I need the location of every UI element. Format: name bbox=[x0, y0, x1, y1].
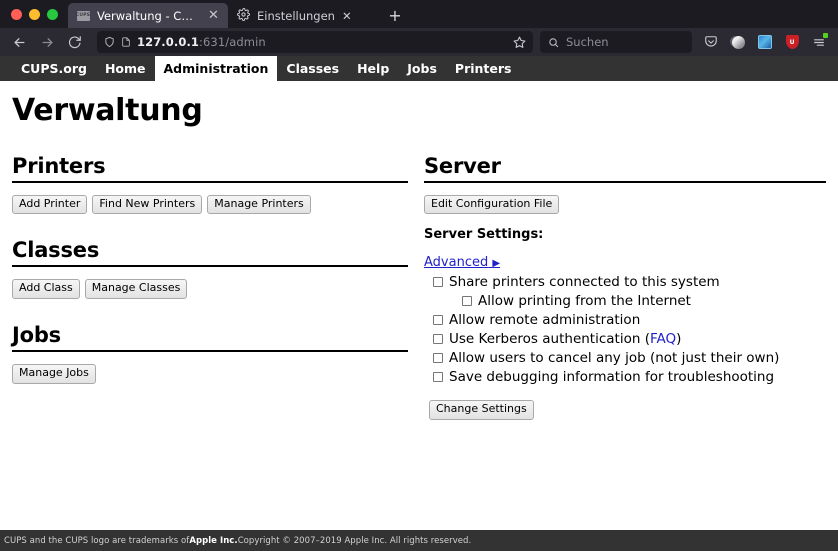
toolbar-icons: U bbox=[694, 30, 832, 54]
jobs-heading: Jobs bbox=[12, 323, 408, 353]
change-settings-row: Change Settings bbox=[424, 397, 826, 420]
tab-cups-admin[interactable]: CUPS Verwaltung - CUPS 2.3.0 ✕ bbox=[68, 3, 228, 28]
tab-title: Verwaltung - CUPS 2.3.0 bbox=[97, 8, 198, 23]
bookmark-star-icon[interactable] bbox=[513, 36, 529, 49]
advanced-label: Advanced bbox=[424, 255, 489, 271]
url-host: 127.0.0.1 bbox=[137, 35, 200, 49]
forward-button[interactable] bbox=[34, 30, 60, 54]
find-new-printers-button[interactable]: Find New Printers bbox=[92, 194, 203, 215]
allow-cancel-any-job-checkbox[interactable] bbox=[433, 353, 443, 364]
cups-logo-icon: CUPS bbox=[76, 9, 90, 23]
close-window-button[interactable] bbox=[11, 8, 22, 20]
tab-bar: CUPS Verwaltung - CUPS 2.3.0 ✕ Einstellu… bbox=[0, 0, 838, 28]
hamburger-menu-icon[interactable] bbox=[806, 30, 832, 54]
url-bar[interactable]: 127.0.0.1:631/admin bbox=[97, 31, 533, 53]
add-printer-button[interactable]: Add Printer bbox=[12, 194, 88, 215]
minimize-window-button[interactable] bbox=[29, 8, 40, 20]
checkbox-row-allow-internet-printing[interactable]: Allow printing from the Internet bbox=[424, 292, 826, 311]
navigation-toolbar: 127.0.0.1:631/admin Suchen U bbox=[0, 28, 838, 56]
allow-remote-administration-checkbox[interactable] bbox=[433, 315, 443, 326]
tab-title: Einstellungen bbox=[257, 8, 335, 23]
checkbox-label: Save debugging information for troublesh… bbox=[449, 369, 775, 386]
printers-button-row: Add Printer Find New Printers Manage Pri… bbox=[12, 194, 408, 215]
manage-classes-button[interactable]: Manage Classes bbox=[84, 279, 188, 299]
nav-item-cups-org[interactable]: CUPS.org bbox=[12, 56, 96, 81]
close-tab-button[interactable]: ✕ bbox=[342, 9, 352, 23]
update-badge bbox=[823, 33, 828, 38]
two-column-layout: Printers Add Printer Find New Printers M… bbox=[12, 154, 826, 420]
share-printers-checkbox[interactable] bbox=[433, 277, 443, 288]
close-tab-button[interactable]: ✕ bbox=[205, 7, 222, 24]
checkbox-label: Share printers connected to this system bbox=[449, 274, 720, 291]
checkbox-row-kerberos[interactable]: Use Kerberos authentication (FAQ) bbox=[424, 330, 826, 349]
footer-text-pre: CUPS and the CUPS logo are trademarks of bbox=[4, 535, 190, 546]
faq-link[interactable]: FAQ bbox=[650, 331, 676, 347]
checkbox-label: Use Kerberos authentication (FAQ) bbox=[449, 330, 681, 349]
page-footer: CUPS and the CUPS logo are trademarks of… bbox=[0, 530, 838, 551]
gear-icon bbox=[237, 7, 250, 24]
window-controls bbox=[0, 0, 68, 28]
search-input[interactable]: Suchen bbox=[566, 35, 609, 49]
use-kerberos-checkbox[interactable] bbox=[433, 334, 443, 345]
server-heading: Server bbox=[424, 154, 826, 183]
server-settings-label: Server Settings: bbox=[424, 227, 544, 243]
advanced-toggle-link[interactable]: Advanced ▶ bbox=[424, 255, 500, 270]
nav-item-home[interactable]: Home bbox=[96, 56, 155, 81]
footer-text-post: Copyright © 2007–2019 Apple Inc. All rig… bbox=[237, 535, 472, 546]
nav-item-printers[interactable]: Printers bbox=[446, 56, 521, 81]
save-debugging-checkbox[interactable] bbox=[433, 372, 443, 383]
server-button-row: Edit Configuration File bbox=[424, 194, 826, 215]
pocket-icon[interactable] bbox=[698, 30, 724, 54]
cups-navigation-bar: CUPS.org Home Administration Classes Hel… bbox=[0, 56, 838, 81]
browser-window: CUPS Verwaltung - CUPS 2.3.0 ✕ Einstellu… bbox=[0, 0, 838, 551]
kerberos-label-pre: Use Kerberos authentication ( bbox=[449, 331, 650, 348]
adblock-shield-icon[interactable]: U bbox=[779, 30, 805, 54]
back-button[interactable] bbox=[6, 30, 32, 54]
add-class-button[interactable]: Add Class bbox=[12, 279, 80, 299]
nav-item-administration[interactable]: Administration bbox=[154, 56, 278, 81]
checkbox-row-save-debugging[interactable]: Save debugging information for troublesh… bbox=[424, 368, 826, 387]
kerberos-label-post: ) bbox=[676, 331, 682, 348]
new-tab-button[interactable]: + bbox=[382, 3, 408, 28]
nav-item-classes[interactable]: Classes bbox=[277, 56, 348, 81]
edit-configuration-file-button[interactable]: Edit Configuration File bbox=[424, 194, 560, 215]
search-icon bbox=[548, 37, 559, 48]
change-settings-button[interactable]: Change Settings bbox=[429, 400, 534, 420]
checkbox-label: Allow printing from the Internet bbox=[478, 293, 691, 310]
account-icon[interactable] bbox=[725, 30, 751, 54]
checkbox-label: Allow remote administration bbox=[449, 312, 641, 329]
maximize-window-button[interactable] bbox=[47, 8, 58, 20]
manage-printers-button[interactable]: Manage Printers bbox=[207, 194, 311, 215]
printers-heading: Printers bbox=[12, 154, 408, 183]
checkbox-row-cancel-any-job[interactable]: Allow users to cancel any job (not just … bbox=[424, 349, 826, 368]
tab-einstellungen[interactable]: Einstellungen ✕ bbox=[228, 3, 376, 28]
search-bar[interactable]: Suchen bbox=[540, 31, 692, 53]
classes-button-row: Add Class Manage Classes bbox=[12, 279, 408, 299]
page-title: Verwaltung bbox=[12, 93, 203, 128]
jobs-button-row: Manage Jobs bbox=[12, 364, 408, 384]
right-column: Server Edit Configuration File Server Se… bbox=[419, 154, 826, 420]
manage-jobs-button[interactable]: Manage Jobs bbox=[12, 364, 96, 384]
allow-internet-printing-checkbox[interactable] bbox=[462, 296, 472, 307]
page-info-icon[interactable] bbox=[121, 36, 131, 48]
checkbox-label: Allow users to cancel any job (not just … bbox=[449, 350, 780, 367]
checkbox-row-share-printers[interactable]: Share printers connected to this system bbox=[424, 273, 826, 292]
page-viewport: CUPS.org Home Administration Classes Hel… bbox=[0, 56, 838, 551]
nav-item-help[interactable]: Help bbox=[348, 56, 398, 81]
nav-item-jobs[interactable]: Jobs bbox=[398, 56, 446, 81]
classes-heading: Classes bbox=[12, 239, 408, 268]
extension-icon[interactable] bbox=[752, 30, 778, 54]
page-content: Verwaltung Printers Add Printer Find New… bbox=[0, 81, 838, 551]
shield-icon[interactable] bbox=[104, 36, 115, 48]
server-settings-checkbox-list: Share printers connected to this system … bbox=[424, 273, 826, 387]
footer-apple-inc: Apple Inc. bbox=[189, 535, 238, 546]
chevron-right-icon: ▶ bbox=[492, 258, 501, 270]
left-column: Printers Add Printer Find New Printers M… bbox=[12, 154, 419, 420]
checkbox-row-remote-administration[interactable]: Allow remote administration bbox=[424, 311, 826, 330]
url-text[interactable]: 127.0.0.1:631/admin bbox=[137, 35, 507, 49]
url-path: :631/admin bbox=[199, 35, 266, 49]
reload-button[interactable] bbox=[62, 30, 88, 54]
